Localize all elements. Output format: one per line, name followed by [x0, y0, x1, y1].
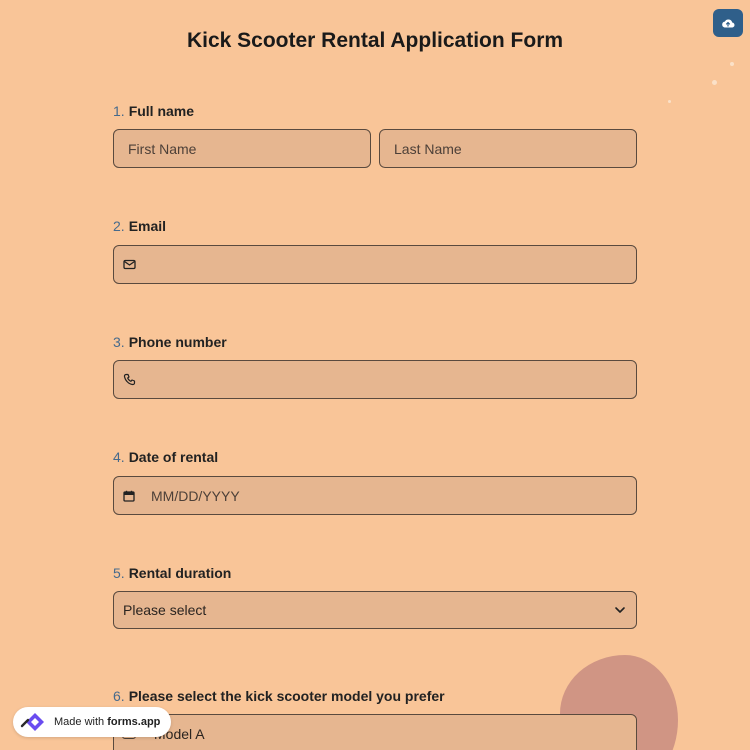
decorative-speck	[668, 100, 671, 103]
question-2-text: Email	[128, 218, 167, 234]
question-5-text: Rental duration	[128, 565, 232, 581]
email-input[interactable]	[113, 245, 637, 284]
question-1-text: Full name	[128, 103, 195, 119]
made-with-badge[interactable]: Made with forms.app	[13, 707, 171, 737]
rental-duration-value: Please select	[123, 602, 207, 618]
envelope-icon	[123, 258, 137, 272]
question-4-number: 4.	[113, 449, 125, 465]
phone-icon	[123, 373, 137, 387]
question-2-label: 2. Email	[113, 218, 166, 234]
question-4-label: 4. Date of rental	[113, 449, 218, 465]
rental-date-input[interactable]: MM/DD/YYYY	[113, 476, 637, 515]
rental-duration-select[interactable]: Please select	[113, 591, 637, 629]
decorative-speck	[730, 62, 734, 66]
question-2-number: 2.	[113, 218, 125, 234]
date-placeholder: MM/DD/YYYY	[151, 487, 240, 504]
question-6-text: Please select the kick scooter model you…	[128, 688, 445, 704]
badge-text: Made with forms.app	[54, 716, 160, 728]
question-5-label: 5. Rental duration	[113, 565, 231, 581]
question-6-number: 6.	[113, 688, 125, 704]
calendar-icon	[123, 489, 137, 503]
question-5-number: 5.	[113, 565, 125, 581]
first-name-input[interactable]: First Name	[113, 129, 371, 168]
last-name-input[interactable]: Last Name	[379, 129, 637, 168]
model-option-a[interactable]: Model A	[113, 714, 637, 750]
question-4-text: Date of rental	[128, 449, 219, 465]
phone-input[interactable]	[113, 360, 637, 399]
question-3-number: 3.	[113, 334, 125, 350]
decorative-speck	[712, 80, 717, 85]
question-3-text: Phone number	[128, 334, 227, 350]
chevron-down-icon	[615, 607, 625, 613]
forms-app-logo	[20, 711, 50, 733]
first-name-placeholder: First Name	[128, 140, 197, 157]
form-title: Kick Scooter Rental Application Form	[186, 29, 564, 52]
question-1-label: 1. Full name	[113, 103, 194, 119]
cloud-upload-icon	[722, 19, 735, 28]
question-3-label: 3. Phone number	[113, 334, 227, 350]
badge-prefix: Made with	[54, 716, 108, 728]
badge-brand: forms.app	[107, 716, 161, 728]
question-6-label: 6. Please select the kick scooter model y…	[113, 688, 445, 704]
last-name-placeholder: Last Name	[394, 140, 462, 157]
question-1-number: 1.	[113, 103, 125, 119]
